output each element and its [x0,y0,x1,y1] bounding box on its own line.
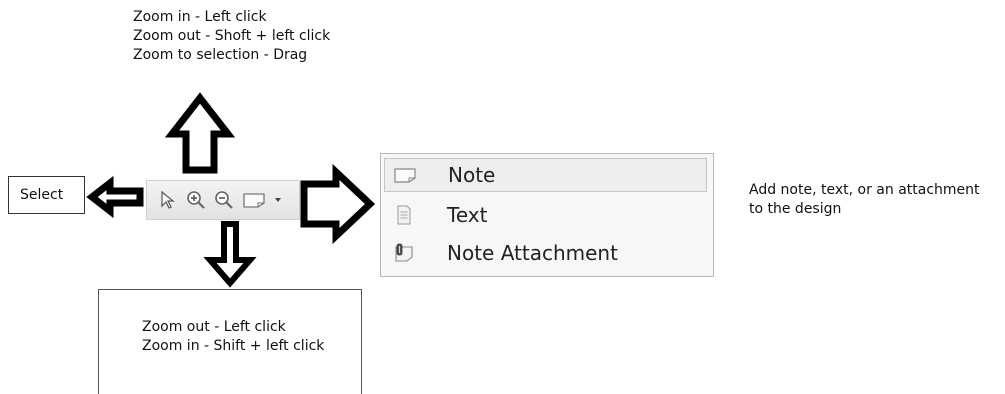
note-dropdown-button[interactable] [273,189,283,211]
note-tool-annotation: Add note, text, or an attachment to the … [749,181,980,219]
down-arrow [203,221,257,288]
select-label: Select [20,187,64,203]
menu-item-label: Note [448,163,496,187]
zoom-in-icon [187,191,205,209]
text-document-icon [397,205,411,225]
zoom-in-button[interactable] [185,189,207,211]
up-arrow [164,92,236,174]
menu-item-label: Note Attachment [447,241,618,265]
right-arrow [300,163,376,245]
select-label-box: Select [8,176,85,214]
note-icon [394,168,416,183]
dropdown-caret-icon [275,198,281,202]
zoom-out-icon [215,191,233,209]
note-tool-button[interactable] [241,189,267,211]
attachment-icon [395,243,413,262]
select-arrow-icon [161,190,175,209]
note-dropdown-menu: Note Text Note Attachment [380,153,714,277]
select-tool-button[interactable] [157,189,179,211]
left-arrow [86,175,144,219]
menu-item-note-attachment[interactable]: Note Attachment [384,236,707,270]
menu-item-note[interactable]: Note [384,158,707,192]
note-icon [243,193,265,208]
annotation-line: to the design [749,201,842,217]
menu-item-text[interactable]: Text [384,198,707,232]
annotation-line: Zoom out - Left click [142,319,286,335]
annotation-line: Zoom in - Shift + left click [142,338,325,354]
zoom-out-annotation: Zoom out - Left click Zoom in - Shift + … [142,318,324,356]
menu-item-label: Text [447,203,488,227]
design-toolbar [146,180,300,220]
zoom-out-button[interactable] [213,189,235,211]
annotation-line: Add note, text, or an attachment [749,182,980,198]
